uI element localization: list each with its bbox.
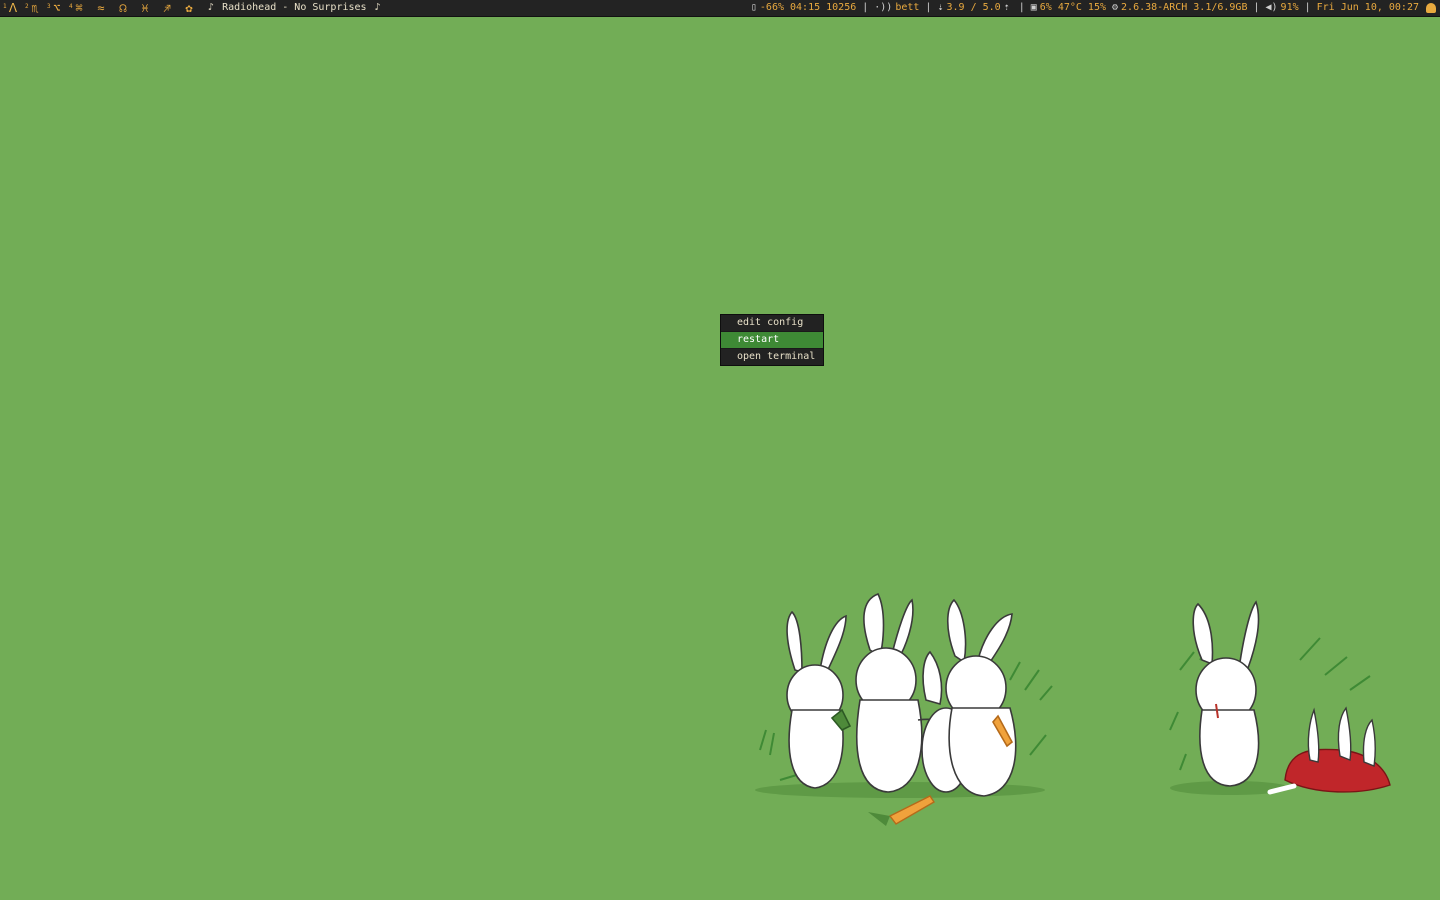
bunny [786,610,852,789]
workspace-7-icon: ♓ [141,1,149,15]
menu-item-open-terminal[interactable]: open terminal [721,349,823,365]
workspace-5-icon: ≈ [97,1,105,15]
now-playing-title: Radiohead - No Surprises [222,2,367,13]
cpu-icon: ▣ [1030,2,1037,13]
workspace-list: 1ᐱ 2 ♏ 3 ⌥ 4 ⌘ ≈ ☊ ♓ ♐ ✿ ♪ Radiohead - No S… [0,0,383,16]
workspace-4[interactable]: 4 ⌘ [68,0,90,16]
volume-widget[interactable]: ◀) 91% [1263,0,1302,16]
workspace-number: 3 [47,3,51,10]
workspace-4-icon: ⌘ [75,1,83,15]
workspace-1[interactable]: 1ᐱ [2,0,24,16]
workspace-6-icon: ☊ [119,1,127,15]
workspace-2[interactable]: 2 ♏ [24,0,46,16]
carrot [868,795,935,826]
separator: | [862,2,869,13]
wifi-widget: ·)) bett [871,0,922,16]
menu-item-edit-config[interactable]: edit config [721,315,823,332]
battery-widget: ▯ -66% 04:15 10256 [748,0,859,16]
workspace-6[interactable]: ☊ [112,0,134,16]
workspace-2-icon: ♏ [31,1,39,15]
system-widget: ⚙ 2.6.38-ARCH 3.1/6.9GB [1109,0,1250,16]
wallpaper-bunnies [755,592,1391,826]
workspace-number: 1 [3,3,7,10]
user-icon[interactable] [1426,3,1436,13]
workspace-1-icon: ᐱ [8,1,18,15]
separator: | [1304,2,1311,13]
clock-text: Fri Jun 10, 00:27 [1316,2,1419,13]
battery-text: -66% 04:15 10256 [759,2,857,13]
remains [1267,706,1391,795]
workspace-3[interactable]: 3 ⌥ [46,0,68,16]
separator: | [1018,2,1025,13]
network-widget: ⇣ 3.9 / 5.0 ⇡ [934,0,1015,16]
wifi-text: bett [895,2,920,13]
network-text: 3.9 / 5.0 [946,2,1001,13]
separator: | [925,2,932,13]
music-note-icon: ♪ [208,2,215,13]
grass-tuft [759,637,1371,781]
root-menu: edit config restart open terminal [720,314,824,366]
now-playing[interactable]: ♪ Radiohead - No Surprises ♪ [206,0,383,16]
upload-icon: ⇡ [1003,2,1010,13]
bunny [1192,600,1260,787]
status-widgets: ▯ -66% 04:15 10256 | ·)) bett | ⇣ 3.9 / … [748,0,1440,16]
bunny [945,598,1017,797]
download-icon: ⇣ [937,2,944,13]
workspace-8[interactable]: ♐ [156,0,178,16]
cpu-text: 6% 47°C 15% [1039,2,1106,13]
gear-icon: ⚙ [1112,2,1119,13]
menu-item-restart[interactable]: restart [721,332,823,349]
workspace-7[interactable]: ♓ [134,0,156,16]
status-bar: 1ᐱ 2 ♏ 3 ⌥ 4 ⌘ ≈ ☊ ♓ ♐ ✿ ♪ Radiohead - No S… [0,0,1440,17]
workspace-9[interactable]: ✿ [178,0,200,16]
music-note-icon: ♪ [374,2,381,13]
volume-text: 91% [1280,2,1299,13]
wifi-icon: ·)) [874,2,893,13]
separator: | [1253,2,1260,13]
speaker-icon: ◀) [1265,2,1278,13]
workspace-9-icon: ✿ [185,1,193,15]
workspace-number: 2 [25,3,29,10]
workspace-8-icon: ♐ [163,1,171,15]
workspace-3-icon: ⌥ [53,1,61,15]
cpu-widget: ▣ 6% 47°C 15% [1028,0,1109,16]
clock-widget: Fri Jun 10, 00:27 [1314,0,1422,16]
workspace-5[interactable]: ≈ [90,0,112,16]
system-text: 2.6.38-ARCH 3.1/6.9GB [1121,2,1248,13]
workspace-number: 4 [69,3,73,10]
battery-icon: ▯ [750,2,757,13]
